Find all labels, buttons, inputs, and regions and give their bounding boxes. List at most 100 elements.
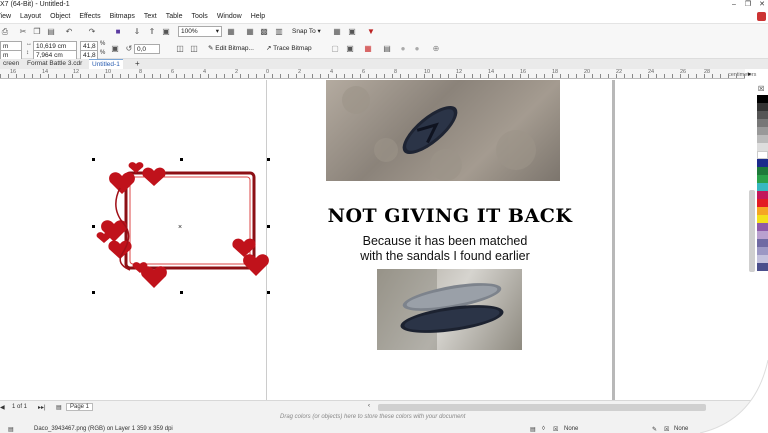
palette-swatch[interactable]: [757, 247, 768, 255]
publish-pdf-icon[interactable]: ▣: [161, 27, 171, 37]
quick-customize-icon[interactable]: ●: [398, 44, 408, 54]
add-icon[interactable]: ⊕: [431, 44, 441, 54]
to-back-icon[interactable]: ●: [412, 44, 422, 54]
menu-object[interactable]: Object: [50, 11, 70, 23]
user-icon[interactable]: [757, 12, 766, 21]
sandal-photo-2[interactable]: [377, 269, 522, 350]
trace-bitmap-button[interactable]: ↗ Trace Bitmap: [266, 44, 312, 54]
subline-text-2[interactable]: with the sandals I found earlier: [310, 249, 580, 263]
next-page-icon[interactable]: ▸▸|: [38, 404, 46, 411]
tab-format-battle[interactable]: Format Battle 3.cdr: [24, 59, 85, 69]
selection-handle[interactable]: [267, 158, 270, 161]
tab-untitled-1[interactable]: Untitled-1: [89, 59, 123, 69]
menu-layout[interactable]: Layout: [20, 11, 41, 23]
print-icon[interactable]: ⎙: [0, 27, 10, 37]
color-palette[interactable]: [757, 95, 768, 395]
menu-help[interactable]: Help: [251, 11, 265, 23]
show-rulers-icon[interactable]: ▦: [245, 27, 255, 37]
palette-swatch[interactable]: [757, 223, 768, 231]
menu-tools[interactable]: Tools: [191, 11, 207, 23]
palette-swatch[interactable]: [757, 175, 768, 183]
mirror-vertical-icon[interactable]: ◫: [189, 44, 199, 54]
restore-icon[interactable]: ❐: [742, 0, 754, 10]
import-icon[interactable]: ⇓: [132, 27, 142, 37]
headline-text[interactable]: NOT GIVING IT BACK: [300, 205, 600, 227]
palette-swatch[interactable]: [757, 239, 768, 247]
palette-swatch[interactable]: [757, 231, 768, 239]
selection-handle[interactable]: [180, 291, 183, 294]
palette-swatch[interactable]: [757, 127, 768, 135]
new-tab-icon[interactable]: +: [132, 59, 143, 69]
bitmap-color-mask-icon[interactable]: ▦: [363, 44, 373, 54]
palette-swatch[interactable]: [757, 183, 768, 191]
palette-swatch[interactable]: [757, 151, 768, 159]
horizontal-scrollbar[interactable]: [378, 404, 706, 411]
menu-table[interactable]: Table: [166, 11, 183, 23]
close-icon[interactable]: ✕: [756, 0, 768, 10]
edit-bitmap-button[interactable]: ✎ Edit Bitmap...: [208, 44, 254, 54]
palette-swatch[interactable]: [757, 263, 768, 271]
export-icon[interactable]: ⇑: [147, 27, 157, 37]
menu-bitmaps[interactable]: Bitmaps: [110, 11, 135, 23]
no-color-swatch-icon[interactable]: ☒: [758, 86, 767, 94]
palette-swatch[interactable]: [757, 103, 768, 111]
show-grid-icon[interactable]: ▩: [259, 27, 269, 37]
sandal-on-stone-image: [342, 86, 536, 181]
no-outline-icon: ☒: [664, 427, 670, 433]
copy-icon[interactable]: ❐: [32, 27, 42, 37]
welcome-screen-icon[interactable]: ▣: [347, 27, 357, 37]
palette-swatch[interactable]: [757, 135, 768, 143]
document-palette-icon[interactable]: ▤: [8, 426, 14, 433]
selection-handle[interactable]: [92, 225, 95, 228]
options-icon[interactable]: ▦: [332, 27, 342, 37]
crop-bitmap-icon[interactable]: ▢: [330, 44, 340, 54]
search-content-icon[interactable]: ■: [113, 27, 123, 37]
menu-effects[interactable]: Effects: [79, 11, 100, 23]
palette-swatch[interactable]: [757, 111, 768, 119]
first-page-icon[interactable]: ◀: [0, 404, 5, 411]
show-guidelines-icon[interactable]: ▥: [274, 27, 284, 37]
selection-handle[interactable]: [92, 158, 95, 161]
selection-handle[interactable]: [92, 291, 95, 294]
tab-screen[interactable]: creen: [0, 59, 22, 69]
cut-icon[interactable]: ✂: [18, 27, 28, 37]
palette-swatch[interactable]: [757, 167, 768, 175]
palette-swatch[interactable]: [757, 159, 768, 167]
selection-handle[interactable]: [180, 158, 183, 161]
minimize-icon[interactable]: –: [728, 0, 740, 10]
expand-panel-icon[interactable]: ▸: [748, 70, 756, 78]
page-1-tab[interactable]: Page 1: [66, 403, 94, 411]
document-tab-bar: creen Format Battle 3.cdr Untitled-1 +: [0, 59, 768, 69]
palette-swatch[interactable]: [757, 207, 768, 215]
palette-swatch[interactable]: [757, 199, 768, 207]
palette-swatch[interactable]: [757, 119, 768, 127]
full-screen-icon[interactable]: ▦: [226, 27, 236, 37]
selection-handle[interactable]: [267, 291, 270, 294]
rotation-angle-field[interactable]: 0,0: [134, 44, 160, 54]
menu-view[interactable]: View: [0, 11, 11, 23]
palette-swatch[interactable]: [757, 191, 768, 199]
scroll-left-icon[interactable]: ‹: [368, 403, 370, 409]
mirror-horizontal-icon[interactable]: ◫: [175, 44, 185, 54]
subline-text-1[interactable]: Because it has been matched: [310, 234, 580, 248]
launch-icon[interactable]: ▼: [366, 27, 376, 37]
palette-swatch[interactable]: [757, 95, 768, 103]
zoom-level-field[interactable]: 100% ▾: [178, 26, 222, 37]
vertical-scrollbar[interactable]: [749, 190, 755, 272]
paste-icon[interactable]: ▤: [46, 27, 56, 37]
menu-text[interactable]: Text: [144, 11, 157, 23]
snap-to-dropdown[interactable]: Snap To ▾: [292, 27, 321, 37]
selection-handle[interactable]: [267, 225, 270, 228]
sandal-photo-1[interactable]: [326, 80, 560, 181]
palette-swatch[interactable]: [757, 143, 768, 151]
lock-ratio-icon[interactable]: ▣: [110, 44, 120, 54]
undo-icon[interactable]: ↶: [64, 27, 74, 37]
palette-swatch[interactable]: [757, 255, 768, 263]
wrap-text-icon[interactable]: ▤: [382, 44, 392, 54]
menu-window[interactable]: Window: [217, 11, 242, 23]
add-page-icon[interactable]: ▤: [56, 404, 62, 411]
resample-icon[interactable]: ▣: [345, 44, 355, 54]
horizontal-ruler[interactable]: 16 14 12 10 8 6 4 2 0 2 4 6 8 10 12 14 1…: [0, 69, 756, 79]
redo-icon[interactable]: ↷: [87, 27, 97, 37]
palette-swatch[interactable]: [757, 215, 768, 223]
